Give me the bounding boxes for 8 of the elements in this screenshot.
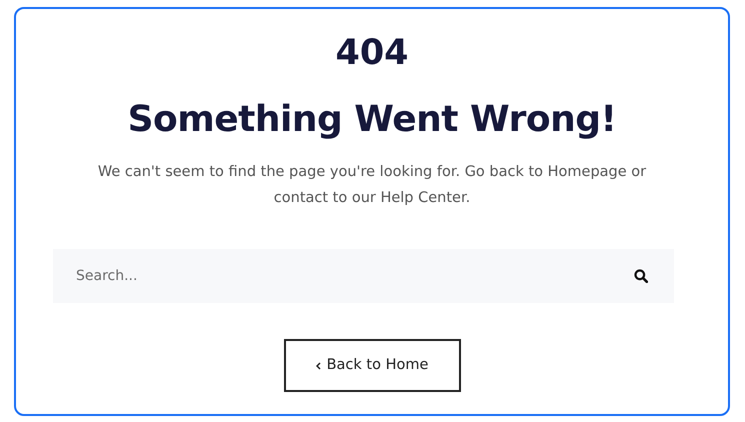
error-message: We can't seem to find the page you're looking for. Go back to Homepage or contact to our Help Center. [96,163,648,208]
search-bar[interactable]: Search... [53,249,674,303]
back-to-home-button[interactable]: Back to Home [284,339,460,392]
search-icon[interactable] [634,269,648,283]
chevron-left-icon [316,362,321,370]
error-heading: Something Went Wrong! [126,98,618,142]
search-field[interactable]: Search... [74,264,634,288]
error-code: 404 [334,32,410,75]
